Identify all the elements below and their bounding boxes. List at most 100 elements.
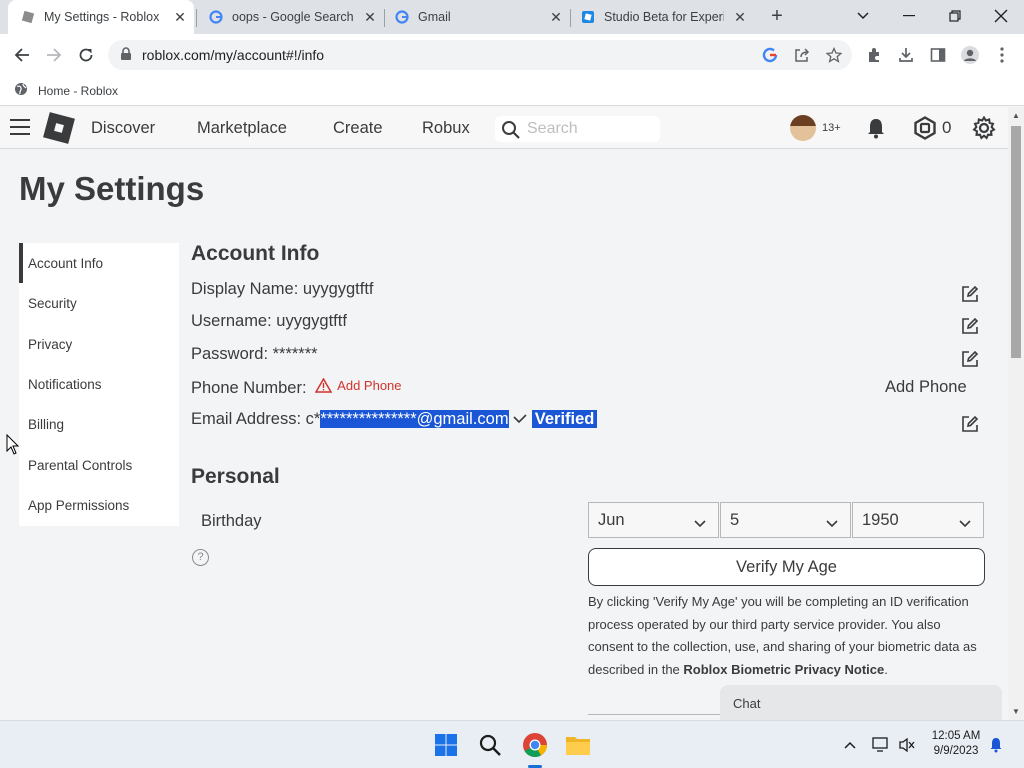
year-value: 1950 xyxy=(862,510,899,529)
tab-separator xyxy=(384,9,385,27)
clock-date: 9/9/2023 xyxy=(933,745,979,757)
birthday-month-select[interactable]: Jun xyxy=(588,502,719,538)
search-input[interactable] xyxy=(527,118,652,140)
bookmarks-bar: Home - Roblox xyxy=(0,76,1024,106)
extensions-icon[interactable] xyxy=(864,45,884,65)
chevron-down-icon xyxy=(959,514,971,533)
tab-separator xyxy=(196,9,197,27)
username-label: Username: xyxy=(191,312,272,330)
tab-close-icon[interactable]: ✕ xyxy=(732,9,748,25)
biometric-privacy-notice-link[interactable]: Roblox Biometric Privacy Notice xyxy=(683,662,884,677)
minimize-icon[interactable] xyxy=(886,0,932,32)
tab-gmail[interactable]: Gmail ✕ xyxy=(386,0,570,34)
chrome-taskbar-icon[interactable] xyxy=(519,729,551,761)
clock-time: 12:05 AM xyxy=(931,730,981,742)
tab-google-search[interactable]: oops - Google Search ✕ xyxy=(198,0,384,34)
system-clock[interactable]: 12:05 AM 9/9/2023 xyxy=(924,729,988,759)
sidebar-item-notifications[interactable]: Notifications xyxy=(19,364,179,404)
birthday-day-select[interactable]: 5 xyxy=(720,502,851,538)
tab-close-icon[interactable]: ✕ xyxy=(362,9,378,25)
search-icon[interactable] xyxy=(501,120,521,145)
page-scrollbar[interactable]: ▲ ▼ xyxy=(1008,107,1024,720)
reload-icon[interactable] xyxy=(74,43,98,67)
sidebar-item-account-info[interactable]: Account Info xyxy=(19,243,179,283)
notification-bell-icon[interactable] xyxy=(986,735,1006,755)
tab-my-settings[interactable]: My Settings - Roblox ✕ xyxy=(8,0,194,34)
help-question-icon[interactable]: ? xyxy=(192,549,209,566)
tab-studio-beta[interactable]: Studio Beta for Experie ✕ xyxy=(572,0,754,34)
password-row: Password: ******* xyxy=(191,345,318,364)
age-badge: 13+ xyxy=(822,122,841,134)
day-value: 5 xyxy=(730,510,740,529)
profile-icon[interactable] xyxy=(960,45,980,65)
volume-muted-icon[interactable] xyxy=(897,735,917,755)
share-icon[interactable] xyxy=(792,45,812,65)
nav-discover[interactable]: Discover xyxy=(91,119,155,138)
username-row: Username: uyygygtftf xyxy=(191,312,347,331)
bookmark-home-roblox[interactable]: Home - Roblox xyxy=(14,82,118,99)
edit-email-icon[interactable] xyxy=(961,415,979,433)
browser-menu-icon[interactable] xyxy=(992,45,1012,65)
roblox-logo[interactable] xyxy=(43,112,75,144)
display-name-value: uyygygtftf xyxy=(302,280,374,298)
email-label: Email Address: xyxy=(191,410,302,428)
new-tab-button[interactable]: + xyxy=(766,6,788,28)
address-bar[interactable]: roblox.com/my/account#!/info xyxy=(108,40,852,70)
add-phone-button[interactable]: Add Phone xyxy=(885,378,967,397)
studio-favicon-icon xyxy=(580,9,596,25)
file-explorer-icon[interactable] xyxy=(562,729,594,761)
bookmark-label: Home - Roblox xyxy=(38,83,119,98)
network-icon[interactable] xyxy=(871,735,891,755)
nav-robux[interactable]: Robux xyxy=(422,119,470,138)
account-info-heading: Account Info xyxy=(191,242,320,265)
sidebar-item-app-permissions[interactable]: App Permissions xyxy=(19,485,179,525)
birthday-label: Birthday xyxy=(201,512,262,530)
download-icon[interactable] xyxy=(896,45,916,65)
robux-icon[interactable] xyxy=(913,116,937,140)
taskbar-search-icon[interactable] xyxy=(474,729,506,761)
verify-my-age-button[interactable]: Verify My Age xyxy=(588,548,985,586)
display-name-row: Display Name: uyygygtftf xyxy=(191,280,374,299)
windows-start-icon[interactable] xyxy=(430,729,462,761)
sidebar-item-billing[interactable]: Billing xyxy=(19,404,179,444)
robux-balance[interactable]: 0 xyxy=(942,118,951,138)
scroll-down-icon[interactable]: ▼ xyxy=(1012,707,1020,716)
edit-username-icon[interactable] xyxy=(961,317,979,335)
settings-page: My Settings Account Info Security Privac… xyxy=(0,150,1008,720)
forward-arrow-icon[interactable] xyxy=(42,43,66,67)
notifications-bell-icon[interactable] xyxy=(864,116,888,140)
roblox-header: Discover Marketplace Create Robux 13+ 0 xyxy=(0,107,1008,149)
side-panel-icon[interactable] xyxy=(928,45,948,65)
sidebar-item-security[interactable]: Security xyxy=(19,283,179,323)
close-window-icon[interactable] xyxy=(978,0,1024,32)
tray-chevron-up-icon[interactable] xyxy=(840,735,860,755)
nav-marketplace[interactable]: Marketplace xyxy=(197,119,287,138)
scroll-up-icon[interactable]: ▲ xyxy=(1012,111,1020,120)
scroll-thumb[interactable] xyxy=(1011,126,1021,358)
lock-icon[interactable] xyxy=(120,47,132,66)
settings-gear-icon[interactable] xyxy=(972,116,996,140)
hamburger-menu-icon[interactable] xyxy=(10,119,30,137)
browser-tabstrip: My Settings - Roblox ✕ oops - Google Sea… xyxy=(0,0,1024,34)
tab-close-icon[interactable]: ✕ xyxy=(172,9,188,25)
email-row: Email Address: c****************@gmail.c… xyxy=(191,410,598,429)
avatar[interactable] xyxy=(790,115,816,141)
birthday-year-select[interactable]: 1950 xyxy=(852,502,984,538)
back-arrow-icon[interactable] xyxy=(10,43,34,67)
bookmark-star-icon[interactable] xyxy=(824,45,844,65)
edit-password-icon[interactable] xyxy=(961,350,979,368)
personal-heading: Personal xyxy=(191,465,280,488)
chat-panel[interactable]: Chat xyxy=(720,685,1002,720)
google-lens-icon[interactable] xyxy=(760,45,780,65)
add-phone-link[interactable]: Add Phone xyxy=(315,378,402,393)
tab-search-chevron-icon[interactable] xyxy=(840,0,886,32)
google-favicon-icon xyxy=(208,9,224,25)
nav-create[interactable]: Create xyxy=(333,119,383,138)
verified-badge: Verified xyxy=(531,410,598,428)
tab-close-icon[interactable]: ✕ xyxy=(548,9,564,25)
windows-taskbar: 12:05 AM 9/9/2023 xyxy=(0,720,1024,768)
sidebar-item-parental-controls[interactable]: Parental Controls xyxy=(19,445,179,485)
sidebar-item-privacy[interactable]: Privacy xyxy=(19,324,179,364)
restore-icon[interactable] xyxy=(932,0,978,32)
edit-display-name-icon[interactable] xyxy=(961,285,979,303)
